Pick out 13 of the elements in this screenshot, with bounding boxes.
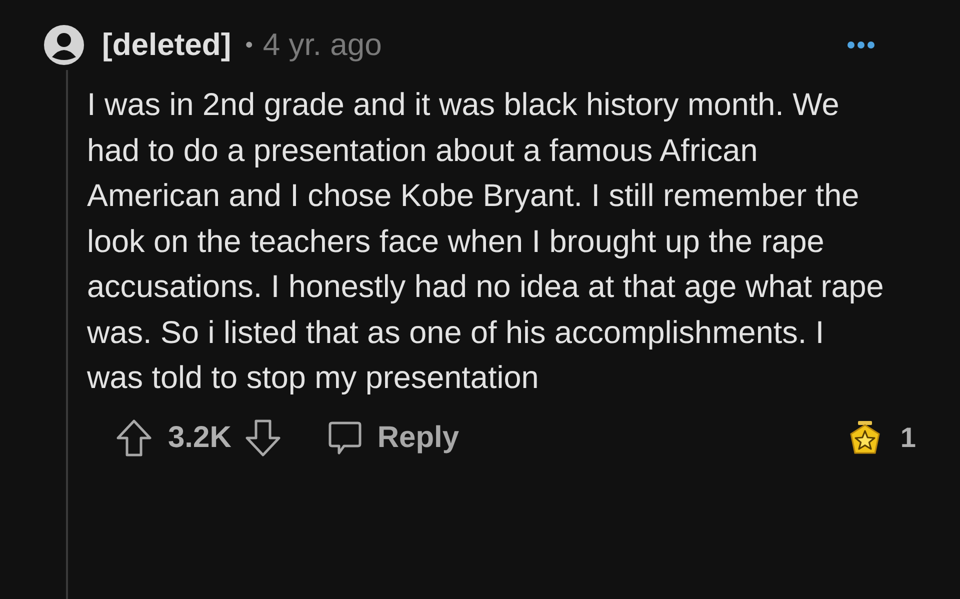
vote-score: 3.2K [168,420,232,454]
comment-text: I was in 2nd grade and it was black history month. We had to do a presentation about a famous African American and I chose Kobe Bryant. I still remember the look on the teachers face when I brought up the rape accusations. I honestly had no idea at that age what rape was. So i listed that as one of his accomplishments. I was told to stop my presentation [87,85,885,397]
upvote-icon[interactable] [116,418,152,456]
award-count: 1 [900,422,916,454]
more-options-icon[interactable] [846,40,876,50]
award-star-icon[interactable] [850,420,880,456]
avatar-icon[interactable] [44,25,84,65]
downvote-icon[interactable] [245,418,282,456]
reply-button[interactable]: Reply [327,420,460,456]
comment-icon [327,420,364,456]
timestamp: 4 yr. ago [262,27,382,63]
username[interactable]: [deleted] [102,27,232,63]
separator-dot: • [245,32,253,58]
